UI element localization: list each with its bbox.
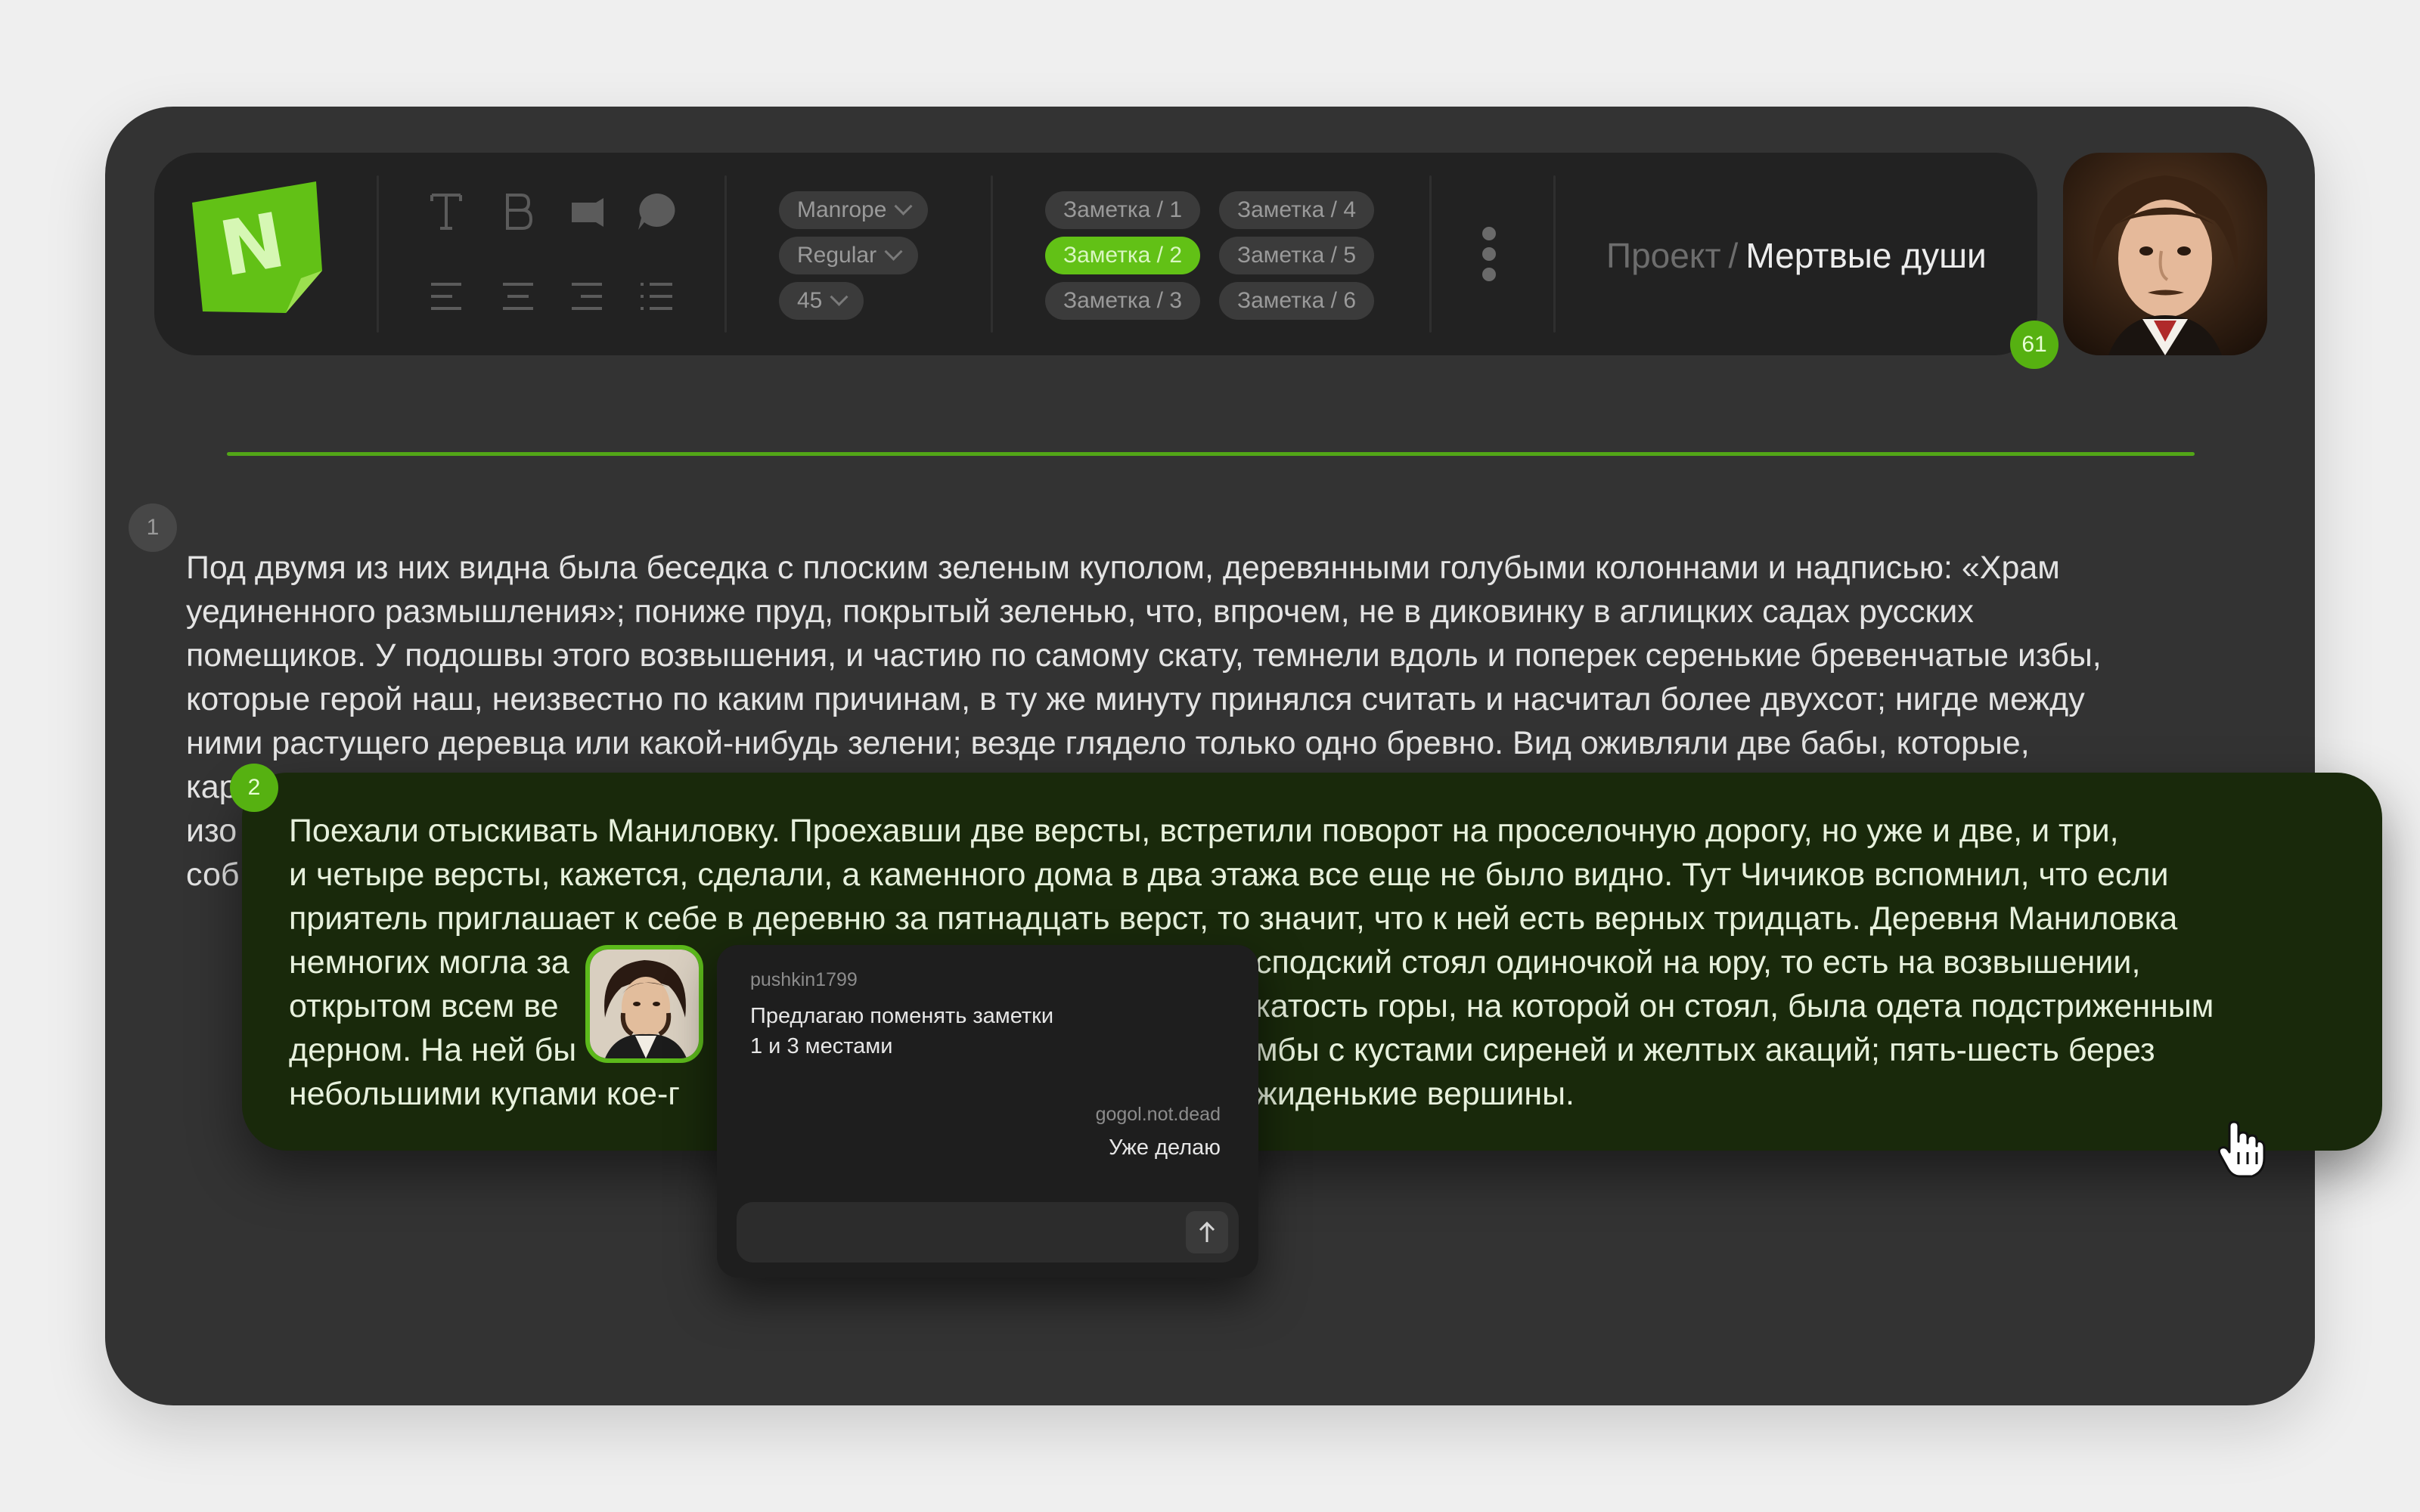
more-menu-icon[interactable] bbox=[1482, 227, 1497, 288]
chevron-down-icon bbox=[830, 287, 849, 306]
tab-note-5[interactable]: Заметка / 5 bbox=[1219, 237, 1375, 274]
tab-label: Заметка / 4 bbox=[1237, 197, 1357, 222]
note-number-2[interactable]: 2 bbox=[230, 764, 278, 812]
font-weight-label: Regular bbox=[797, 243, 877, 268]
text-fragment: немногих могла за bbox=[289, 944, 569, 981]
text-line: приятель приглашает к себе в деревню за … bbox=[289, 900, 2178, 937]
text-line: и четыре версты, кажется, сделали, а кам… bbox=[289, 857, 2169, 893]
notification-badge: 61 bbox=[2010, 321, 2059, 369]
document-progress-line bbox=[227, 452, 2195, 456]
tab-note-1[interactable]: Заметка / 1 bbox=[1045, 191, 1201, 229]
text-fragment: сподский стоял одиночкой на юру, то есть… bbox=[1255, 944, 2141, 981]
logo[interactable]: N bbox=[188, 180, 324, 316]
font-family-select[interactable]: Manrope bbox=[779, 191, 929, 229]
divider bbox=[724, 175, 727, 333]
tab-note-2[interactable]: Заметка / 2 bbox=[1045, 237, 1201, 274]
text-line: ними растущего деревца или какой-нибудь … bbox=[186, 725, 2030, 761]
comment-text: Предлагаю поменять заметки 1 и 3 местами bbox=[750, 1004, 1054, 1058]
divider bbox=[1429, 175, 1432, 333]
tab-note-4[interactable]: Заметка / 4 bbox=[1219, 191, 1375, 229]
text-line: Поехали отыскивать Маниловку. Проехавши … bbox=[289, 813, 2119, 849]
align-left-icon[interactable] bbox=[424, 274, 469, 319]
tab-label: Заметка / 5 bbox=[1237, 243, 1357, 268]
text-line: уединенного размышления»; пониже пруд, п… bbox=[186, 593, 1974, 630]
font-size-select[interactable]: 45 bbox=[779, 282, 864, 320]
text-fragment: катость горы, на которой он стоял, была … bbox=[1255, 988, 2214, 1024]
font-family-label: Manrope bbox=[797, 197, 887, 222]
text-line: помещиков. У подошвы этого возвышения, и… bbox=[186, 637, 2102, 674]
text-tool-icon[interactable] bbox=[424, 189, 469, 234]
list-icon[interactable] bbox=[634, 274, 679, 319]
send-button[interactable] bbox=[1186, 1211, 1228, 1253]
align-center-icon[interactable] bbox=[495, 274, 541, 319]
breadcrumb-separator: / bbox=[1728, 236, 1739, 275]
tab-label: Заметка / 1 bbox=[1063, 197, 1183, 222]
badge-count: 61 bbox=[2021, 332, 2047, 357]
breadcrumb-root[interactable]: Проект bbox=[1606, 236, 1721, 275]
hand-cursor-icon bbox=[2216, 1119, 2269, 1179]
comment-text: Уже делаю bbox=[1109, 1136, 1221, 1160]
note-number-1[interactable]: 1 bbox=[129, 503, 177, 552]
tab-note-6[interactable]: Заметка / 6 bbox=[1219, 282, 1375, 320]
text-line: небольшими купами кое-г жиденькие вершины… bbox=[289, 1072, 2376, 1116]
text-fragment: дерном. На ней бы bbox=[289, 1032, 577, 1068]
chevron-down-icon bbox=[894, 197, 913, 215]
chevron-down-icon bbox=[884, 242, 903, 261]
text-fragment: жиденькие вершины. bbox=[1255, 1076, 1575, 1112]
breadcrumb-current: Мертвые души bbox=[1745, 236, 1987, 275]
font-size-label: 45 bbox=[797, 288, 823, 313]
comment-input[interactable] bbox=[737, 1202, 1239, 1263]
text-fragment: открытом всем ве bbox=[289, 988, 559, 1024]
user-avatar[interactable] bbox=[2063, 153, 2267, 355]
align-right-icon[interactable] bbox=[564, 274, 610, 319]
tab-label: Заметка / 6 bbox=[1237, 288, 1357, 313]
text-line: которые герой наш, неизвестно по каким п… bbox=[186, 681, 2085, 717]
comment-author: pushkin1799 bbox=[750, 969, 858, 990]
breadcrumb: Проект / Мертвые души bbox=[1606, 233, 1987, 278]
bold-tool-icon[interactable] bbox=[495, 189, 541, 234]
divider bbox=[377, 175, 379, 333]
divider bbox=[1553, 175, 1556, 333]
font-weight-select[interactable]: Regular bbox=[779, 237, 919, 274]
text-line: Под двумя из них видна была беседка с пл… bbox=[186, 550, 2060, 586]
note-number-label: 1 bbox=[146, 515, 160, 540]
comment-popover: pushkin1799 Предлагаю поменять заметки 1… bbox=[717, 945, 1258, 1278]
tab-note-3[interactable]: Заметка / 3 bbox=[1045, 282, 1201, 320]
note-number-label: 2 bbox=[247, 775, 261, 800]
marker-tool-icon[interactable] bbox=[564, 189, 610, 234]
divider bbox=[991, 175, 993, 333]
comment-tool-icon[interactable] bbox=[634, 189, 679, 234]
arrow-up-icon bbox=[1199, 1221, 1215, 1242]
text-fragment: небольшими купами кое-г bbox=[289, 1076, 680, 1112]
collaborator-avatar[interactable] bbox=[585, 945, 703, 1063]
tab-label: Заметка / 3 bbox=[1063, 288, 1183, 313]
tab-label: Заметка / 2 bbox=[1063, 243, 1183, 268]
comment-author: gogol.not.dead bbox=[1095, 1104, 1221, 1125]
text-fragment: мбы с кустами сиреней и желтых акаций; п… bbox=[1255, 1032, 2155, 1068]
